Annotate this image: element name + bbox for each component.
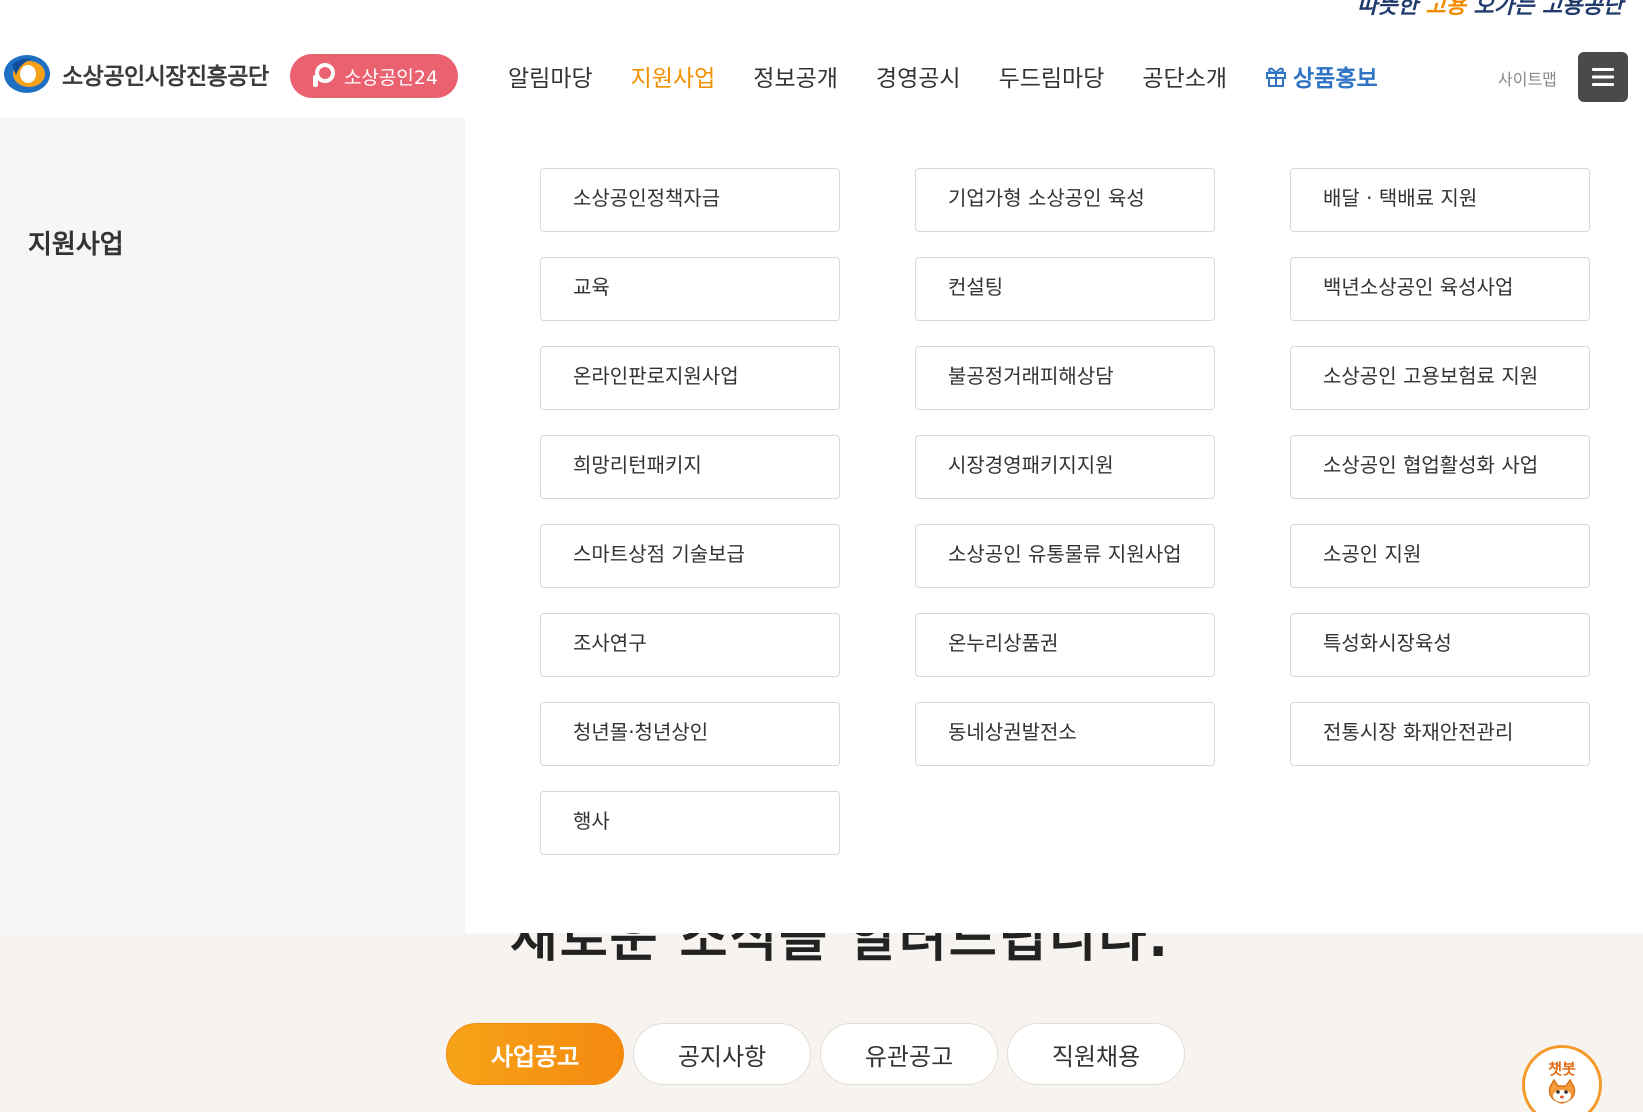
mega-menu-sidebar: 지원사업: [0, 118, 465, 933]
menu-item[interactable]: 시장경영패키지지원: [915, 435, 1215, 499]
menu-item[interactable]: 소상공인 유통물류 지원사업: [915, 524, 1215, 588]
p-logo-icon: [312, 63, 335, 87]
menu-item[interactable]: 소상공인 협업활성화 사업: [1290, 435, 1590, 499]
tab-recruitment[interactable]: 직원채용: [1007, 1023, 1185, 1085]
sosanggongin24-button[interactable]: 소상공인24: [290, 54, 458, 98]
top-strip: 따뜻한 고용 오가는 고용공단: [0, 0, 1643, 33]
nav-item-disclosure[interactable]: 경영공시: [876, 59, 961, 93]
menu-item[interactable]: 특성화시장육성: [1290, 613, 1590, 677]
nav-item-promo[interactable]: 상품홍보: [1265, 59, 1378, 93]
chatbot-mascot-icon: [1548, 1079, 1576, 1104]
hamburger-menu-button[interactable]: [1578, 52, 1628, 102]
news-tabs: 사업공고 공지사항 유관공고 직원채용: [446, 1023, 1185, 1085]
chatbot-button[interactable]: 챗봇: [1522, 1045, 1602, 1112]
site-header: 소상공인시장진흥공단 소상공인24 알림마당 지원사업 정보공개 경영공시 두드…: [0, 32, 1643, 119]
gift-icon: [1266, 67, 1287, 87]
tab-business-notice[interactable]: 사업공고: [446, 1023, 624, 1085]
logo-mark-icon: [4, 55, 50, 93]
menu-item[interactable]: 백년소상공인 육성사업: [1290, 257, 1590, 321]
menu-item[interactable]: 온누리상품권: [915, 613, 1215, 677]
slogan-prefix: 따뜻한: [1357, 0, 1418, 19]
nav-item-info[interactable]: 정보공개: [753, 59, 838, 93]
mega-menu-title: 지원사업: [28, 230, 124, 260]
mega-menu: 지원사업 소상공인정책자금 기업가형 소상공인 육성 배달 · 택배료 지원 교…: [0, 118, 1643, 933]
menu-item[interactable]: 조사연구: [540, 613, 840, 677]
nav-item-about[interactable]: 공단소개: [1142, 59, 1227, 93]
slogan-highlight: 고용: [1425, 0, 1466, 19]
nav-item-notice[interactable]: 알림마당: [508, 59, 593, 93]
menu-item[interactable]: 동네상권발전소: [915, 702, 1215, 766]
menu-item[interactable]: 소상공인 고용보험료 지원: [1290, 346, 1590, 410]
news-section: 새로운 소식을 알려드립니다. 사업공고 공지사항 유관공고 직원채용 챗봇: [0, 933, 1643, 1112]
menu-item[interactable]: 불공정거래피해상담: [915, 346, 1215, 410]
menu-item[interactable]: 전통시장 화재안전관리: [1290, 702, 1590, 766]
main-nav: 알림마당 지원사업 정보공개 경영공시 두드림마당 공단소개 상품홍보: [508, 58, 1416, 94]
sitemap-link[interactable]: 사이트맵: [1498, 66, 1557, 90]
tab-announcements[interactable]: 공지사항: [633, 1023, 811, 1085]
menu-item[interactable]: 소상공인정책자금: [540, 168, 840, 232]
org-name: 소상공인시장진흥공단: [62, 64, 269, 90]
menu-item[interactable]: 희망리턴패키지: [540, 435, 840, 499]
badge-label: 소상공인24: [343, 66, 439, 89]
news-heading: 새로운 소식을 알려드립니다.: [510, 933, 1171, 969]
menu-item[interactable]: 배달 · 택배료 지원: [1290, 168, 1590, 232]
nav-item-dudream[interactable]: 두드림마당: [999, 59, 1105, 93]
slogan-banner[interactable]: 따뜻한 고용 오가는 고용공단: [1357, 0, 1623, 20]
menu-item[interactable]: 행사: [540, 791, 840, 855]
nav-item-support[interactable]: 지원사업: [631, 59, 716, 93]
menu-item[interactable]: 온라인판로지원사업: [540, 346, 840, 410]
menu-item[interactable]: 청년몰·청년상인: [540, 702, 840, 766]
site-logo[interactable]: 소상공인시장진흥공단: [2, 53, 269, 95]
tab-related-notices[interactable]: 유관공고: [820, 1023, 998, 1085]
slogan-suffix: 오가는 고용공단: [1473, 0, 1623, 19]
menu-item[interactable]: 교육: [540, 257, 840, 321]
chatbot-label: 챗봇: [1548, 1060, 1576, 1078]
menu-item[interactable]: 기업가형 소상공인 육성: [915, 168, 1215, 232]
menu-item[interactable]: 소공인 지원: [1290, 524, 1590, 588]
nav-promo-label: 상품홍보: [1293, 66, 1378, 92]
mega-menu-grid: 소상공인정책자금 기업가형 소상공인 육성 배달 · 택배료 지원 교육 컨설팅…: [540, 168, 1590, 855]
hamburger-icon: [1592, 68, 1614, 86]
menu-item[interactable]: 컨설팅: [915, 257, 1215, 321]
menu-item[interactable]: 스마트상점 기술보급: [540, 524, 840, 588]
